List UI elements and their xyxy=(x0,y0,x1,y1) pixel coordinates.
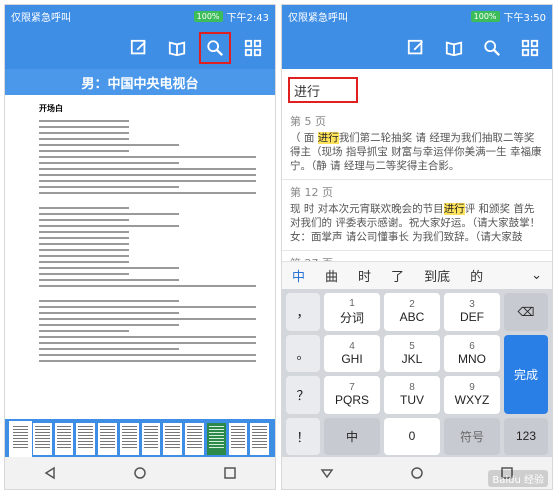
search-hit: 进行 xyxy=(317,132,339,144)
page-thumbnail[interactable] xyxy=(163,423,182,455)
candidate-word[interactable]: 到底 xyxy=(414,266,460,285)
key-9[interactable]: 9 WXYZ xyxy=(444,376,500,414)
document-title: 男：中国中央电视台 xyxy=(5,69,275,95)
key-8[interactable]: 8 TUV xyxy=(384,376,440,414)
result-snippet: 现 时 对本次元宵联欢晚会的节目进行评 和颁奖 首先对我们的 评委表示感谢。祝大… xyxy=(290,203,541,243)
page-thumbnail[interactable] xyxy=(185,423,204,455)
page-thumbnail[interactable] xyxy=(206,423,226,455)
candidate-word[interactable]: 中 xyxy=(282,266,315,285)
key-comma[interactable]: ， xyxy=(286,293,320,331)
page-thumbnail-strip[interactable] xyxy=(5,419,275,459)
edit-icon[interactable] xyxy=(127,36,151,60)
document-heading: 开场白 xyxy=(39,104,63,113)
key-question[interactable]: ？ xyxy=(286,376,320,414)
symbol-key[interactable]: 符号 xyxy=(444,417,500,455)
page-thumbnail[interactable] xyxy=(228,423,248,455)
reader-toolbar xyxy=(282,27,552,69)
chevron-down-icon[interactable]: ⌄ xyxy=(531,268,552,283)
carrier-text: 仅限紧急呼叫 xyxy=(288,12,348,24)
clock: 下午3:50 xyxy=(503,12,546,24)
search-result[interactable]: 第 12 页 现 时 对本次元宵联欢晚会的节目进行评 和颁奖 首先对我们的 评委… xyxy=(282,180,552,251)
page-thumbnail[interactable] xyxy=(9,421,32,457)
key-exclaim[interactable]: ！ xyxy=(286,417,320,455)
backspace-icon[interactable]: ⌫ xyxy=(504,293,548,331)
key-6[interactable]: 6 MNO xyxy=(444,334,500,372)
page-thumbnail[interactable] xyxy=(119,423,139,455)
done-button[interactable]: 完成 xyxy=(504,334,548,414)
result-page-number: 第 12 页 xyxy=(290,186,333,199)
search-icon[interactable] xyxy=(480,36,504,60)
document-page[interactable]: 开场白 xyxy=(5,95,275,417)
search-icon[interactable] xyxy=(199,32,231,64)
battery-indicator: 100% xyxy=(470,10,500,22)
result-snippet: （ 面 进行我们第二轮抽奖 请 经理为我们抽取二等奖得主（现场 指导抓宝 财富与… xyxy=(290,132,542,172)
page-thumbnail[interactable] xyxy=(32,423,52,455)
page-thumbnail[interactable] xyxy=(98,423,117,455)
candidate-word[interactable]: 的 xyxy=(460,266,493,285)
search-input[interactable]: 进行 xyxy=(288,77,358,103)
reader-toolbar xyxy=(5,27,275,69)
key-2[interactable]: 2 ABC xyxy=(384,293,440,331)
numbers-key[interactable]: 123 xyxy=(504,417,548,455)
page-thumbnail[interactable] xyxy=(250,423,269,455)
clock: 下午2:43 xyxy=(226,12,269,24)
ime-candidate-bar: 中 曲 时 了 到底 的 ⌄ xyxy=(282,261,552,289)
left-phone-screen: 仅限紧急呼叫 100% 下午2:43 男：中国中央电视台 开场白 xyxy=(4,4,276,490)
key-1[interactable]: 1 分词 xyxy=(324,293,380,331)
page-thumbnail[interactable] xyxy=(54,423,74,455)
status-bar: 仅限紧急呼叫 100% 下午2:43 xyxy=(5,5,275,27)
key-4[interactable]: 4 GHI xyxy=(324,334,380,372)
back-icon[interactable] xyxy=(40,463,60,483)
key-7[interactable]: 7 PQRS xyxy=(324,376,380,414)
back-icon[interactable] xyxy=(317,463,337,483)
t9-keyboard: ， 1 分词 2 ABC 3 DEF ⌫ 。 4 GHI 5 JKL 6 MNO 完成 ？ … xyxy=(282,289,552,459)
search-hit: 进行 xyxy=(443,203,465,215)
key-period[interactable]: 。 xyxy=(286,334,320,372)
space-key[interactable]: 0 xyxy=(384,417,440,455)
key-5[interactable]: 5 JKL xyxy=(384,334,440,372)
book-icon[interactable] xyxy=(165,36,189,60)
search-result[interactable]: 第 5 页 （ 面 进行我们第二轮抽奖 请 经理为我们抽取二等奖得主（现场 指导… xyxy=(282,109,552,180)
result-page-number: 第 5 页 xyxy=(290,115,326,128)
battery-indicator: 100% xyxy=(193,10,223,22)
key-3[interactable]: 3 DEF xyxy=(444,293,500,331)
watermark: Baidu 经验 xyxy=(488,470,548,487)
page-thumbnail[interactable] xyxy=(76,423,95,455)
carrier-text: 仅限紧急呼叫 xyxy=(11,12,71,24)
page-thumbnail[interactable] xyxy=(141,423,161,455)
grid-icon[interactable] xyxy=(241,36,265,60)
lang-switch-key[interactable]: 中 xyxy=(324,417,380,455)
edit-icon[interactable] xyxy=(404,36,428,60)
candidate-word[interactable]: 曲 xyxy=(315,266,348,285)
grid-icon[interactable] xyxy=(518,36,542,60)
system-nav-bar xyxy=(5,457,275,489)
recents-icon[interactable] xyxy=(220,463,240,483)
book-icon[interactable] xyxy=(442,36,466,60)
candidate-word[interactable]: 时 xyxy=(348,266,381,285)
right-phone-screen: 仅限紧急呼叫 100% 下午3:50 进行 第 5 页 （ 面 进行我们第二轮抽… xyxy=(281,4,553,490)
status-bar: 仅限紧急呼叫 100% 下午3:50 xyxy=(282,5,552,27)
home-icon[interactable] xyxy=(130,463,150,483)
home-icon[interactable] xyxy=(407,463,427,483)
candidate-word[interactable]: 了 xyxy=(381,266,414,285)
